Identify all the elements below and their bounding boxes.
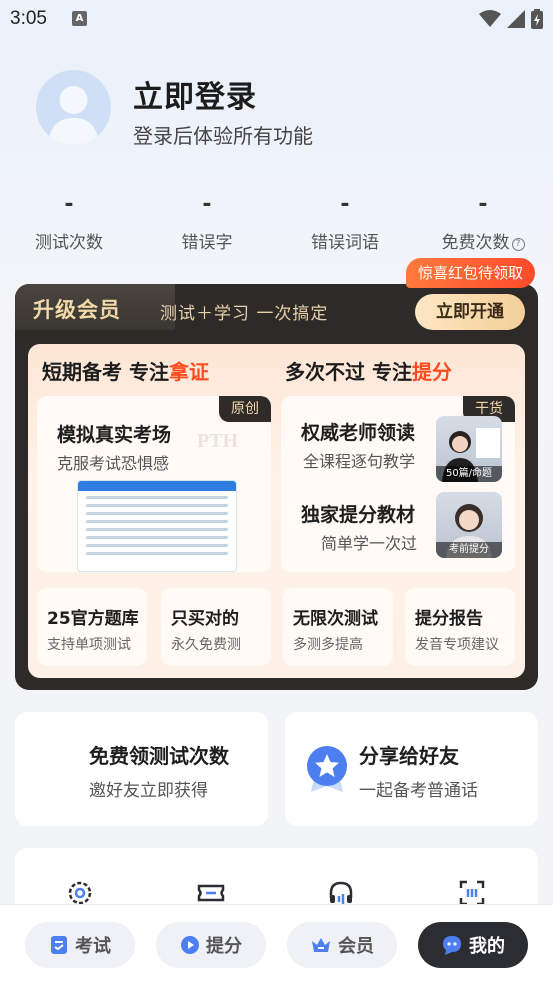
stat-value: - <box>340 192 350 217</box>
teacher-title-1: 权威老师领读 <box>301 422 416 444</box>
nav-label: 提分 <box>206 936 242 957</box>
stat-free-count[interactable]: - 免费次数? <box>414 190 552 253</box>
mini-title: 只买对的 <box>171 609 239 629</box>
mini-card-score-report[interactable]: 提分报告 发音专项建议 <box>405 588 515 666</box>
signal-icon <box>507 10 525 28</box>
share-card[interactable]: 分享给好友 一起备考普通话 <box>285 712 538 826</box>
help-icon[interactable]: ? <box>511 238 525 251</box>
nav-improve[interactable]: 提分 <box>156 922 266 968</box>
mini-title: 提分报告 <box>415 609 483 629</box>
stat-wrong-words[interactable]: - 错误词语 <box>276 190 414 253</box>
stat-label: 测试次数 <box>35 233 103 253</box>
exam-icon <box>51 936 67 954</box>
free-tests-title: 免费领测试次数 <box>89 744 229 768</box>
status-indicators <box>479 9 543 29</box>
mini-sub: 支持单项测试 <box>47 637 131 653</box>
stat-value: - <box>202 192 212 217</box>
stat-label: 错误字 <box>181 233 233 253</box>
stats-row: - 测试次数 - 错误字 - 错误词语 - 免费次数? <box>0 190 553 260</box>
nav-label: 会员 <box>338 936 374 957</box>
teacher-sub-1: 全课程逐句教学 <box>303 452 416 471</box>
wifi-icon <box>479 10 501 27</box>
avatar[interactable] <box>36 70 111 145</box>
star-badge-icon <box>307 746 347 792</box>
crown-icon <box>312 938 330 952</box>
mini-title: 25官方题库 <box>47 609 139 629</box>
vip-card: 升级会员 测试＋学习 一次搞定 立即开通 短期备考 专注拿证 多次不过 专注提分… <box>15 284 538 690</box>
vip-open-button[interactable]: 立即开通 <box>415 294 525 330</box>
stat-value: - <box>64 192 74 217</box>
login-title[interactable]: 立即登录 <box>133 72 257 116</box>
vip-benefits: 短期备考 专注拿证 多次不过 专注提分 原创 模拟真实考场 克服考试恐惧感 PT… <box>28 344 525 678</box>
user-placeholder-icon <box>48 86 99 145</box>
free-tests-sub: 邀好友立即获得 <box>89 781 208 801</box>
stat-label-wrap: 免费次数? <box>414 228 552 253</box>
stat-value: - <box>478 192 488 217</box>
column-head-left: 短期备考 专注拿证 <box>42 360 209 384</box>
mock-exam-sub: 克服考试恐惧感 <box>57 454 170 473</box>
bottom-nav: 考试 提分 会员 我的 <box>0 904 553 984</box>
nav-member[interactable]: 会员 <box>287 922 397 968</box>
status-bar: 3:05 A <box>0 0 553 38</box>
battery-icon <box>531 9 543 29</box>
exam-preview-image <box>77 480 237 572</box>
mini-sub: 多测多提高 <box>293 637 363 653</box>
play-icon <box>181 936 199 954</box>
teacher-card[interactable]: 干货 权威老师领读 全课程逐句教学 50篇/命题 独家提分教材 简单学一次过 考… <box>281 396 515 572</box>
mini-card-buy-right[interactable]: 只买对的 永久免费测 <box>161 588 271 666</box>
stat-test-count[interactable]: - 测试次数 <box>0 190 138 253</box>
share-sub: 一起备考普通话 <box>359 781 478 801</box>
stat-label: 错误词语 <box>311 233 379 253</box>
stat-wrong-chars[interactable]: - 错误字 <box>138 190 276 253</box>
mock-exam-title: 模拟真实考场 <box>57 424 172 446</box>
tag-original: 原创 <box>219 396 271 422</box>
mini-sub: 永久免费测 <box>171 637 241 653</box>
stat-label: 免费次数 <box>441 233 510 253</box>
free-tests-card[interactable]: 免费领测试次数 邀好友立即获得 <box>15 712 268 826</box>
teacher-caption-1: 50篇/命题 <box>436 466 502 482</box>
mini-title: 无限次测试 <box>293 609 378 629</box>
share-title: 分享给好友 <box>359 744 459 768</box>
vip-slogan: 测试＋学习 一次搞定 <box>160 304 329 324</box>
notification-a-icon: A <box>72 11 87 26</box>
nav-mine[interactable]: 我的 <box>418 922 528 968</box>
login-subtitle: 登录后体验所有功能 <box>133 124 313 148</box>
pth-watermark: PTH <box>197 430 239 452</box>
nav-exam[interactable]: 考试 <box>25 922 135 968</box>
teacher-thumbnail-1[interactable]: 50篇/命题 <box>436 416 502 482</box>
nav-label: 考试 <box>75 936 111 957</box>
status-time: 3:05 <box>10 8 47 29</box>
mini-sub: 发音专项建议 <box>415 637 499 653</box>
teacher-sub-2: 简单学一次过 <box>321 534 418 553</box>
red-packet-badge[interactable]: 惊喜红包待领取 <box>406 258 536 288</box>
chat-face-icon <box>443 936 461 955</box>
mock-exam-card[interactable]: 原创 模拟真实考场 克服考试恐惧感 PTH <box>37 396 271 572</box>
nav-label: 我的 <box>469 936 505 957</box>
column-head-right: 多次不过 专注提分 <box>285 360 452 384</box>
teacher-title-2: 独家提分教材 <box>301 504 416 526</box>
teacher-caption-2: 考前提分 <box>436 542 502 558</box>
vip-title: 升级会员 <box>33 298 121 322</box>
mini-card-unlimited-tests[interactable]: 无限次测试 多测多提高 <box>283 588 393 666</box>
mini-card-question-bank[interactable]: 25官方题库 支持单项测试 <box>37 588 147 666</box>
teacher-thumbnail-2[interactable]: 考前提分 <box>436 492 502 558</box>
